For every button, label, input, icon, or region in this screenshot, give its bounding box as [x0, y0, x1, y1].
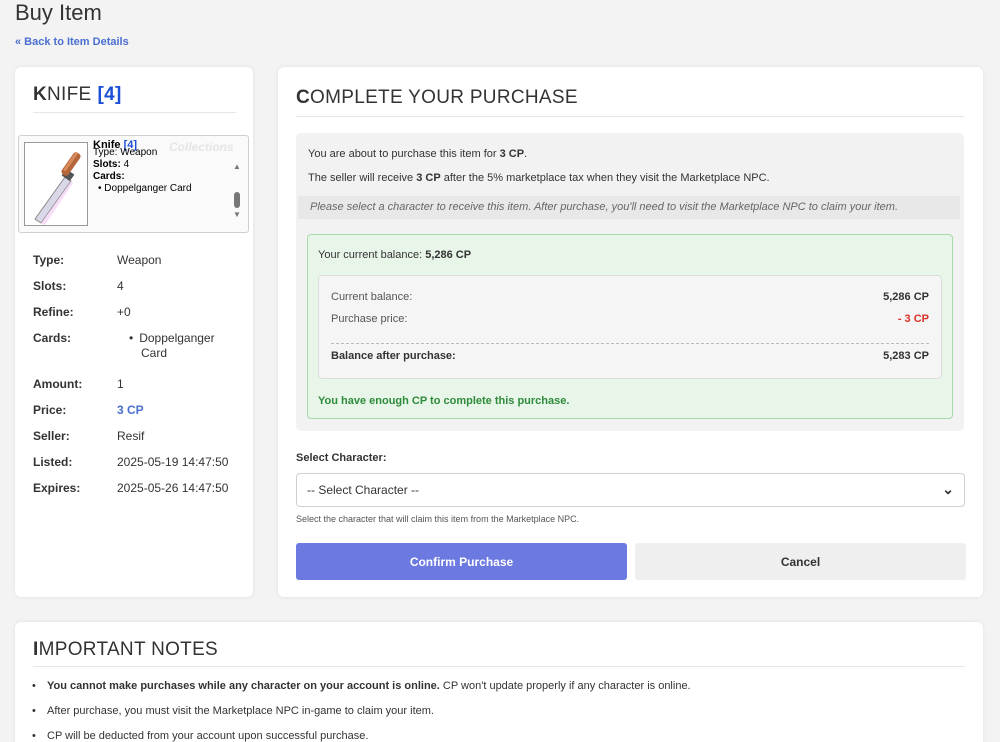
line1-prefix: You are about to purchase this item for — [308, 148, 500, 160]
purchase-price-line: You are about to purchase this item for … — [308, 148, 527, 160]
note1-bold: You cannot make purchases while any char… — [47, 680, 440, 692]
balance-breakdown: Current balance: 5,286 CP Purchase price… — [318, 275, 942, 379]
detail-label: Cards: — [33, 331, 72, 345]
purchase-price-value: - 3 CP — [897, 313, 929, 325]
preview-card-name: Doppelganger Card — [104, 183, 192, 194]
purchase-price-row: Purchase price: - 3 CP — [331, 313, 929, 325]
notes-heading-rest: MPORTANT NOTES — [38, 639, 219, 660]
detail-label: Price: — [33, 403, 67, 417]
detail-row-listed: Listed: 2025-05-19 14:47:50 — [33, 455, 243, 470]
purchase-price-label: Purchase price: — [331, 313, 408, 325]
select-character-value: -- Select Character -- — [307, 483, 420, 497]
detail-label: Slots: — [33, 279, 67, 293]
scroll-down-icon[interactable]: ▼ — [233, 210, 241, 219]
note-item: After purchase, you must visit the Marke… — [32, 704, 691, 718]
detail-value: 1 — [117, 377, 124, 391]
item-details: Type: Weapon Slots: 4 Refine: +0 Cards: … — [33, 253, 243, 507]
item-heading-slots: [4] — [97, 84, 122, 105]
detail-row-slots: Slots: 4 — [33, 279, 243, 294]
notes-heading: IMPORTANT NOTES — [33, 639, 965, 667]
balance-after-label: Balance after purchase: — [331, 350, 456, 362]
detail-label: Type: — [33, 253, 65, 267]
item-card: KNIFE [4] Collections Knife [4] Type: Wea… — [15, 67, 253, 597]
knife-icon — [34, 152, 81, 225]
detail-row-amount: Amount: 1 — [33, 377, 243, 392]
cards-list: Doppelganger Card — [117, 331, 243, 361]
preview-slots-line: Slots: 4 — [93, 159, 192, 171]
preview-info: Knife [4] Type: Weapon Slots: 4 Cards: •… — [93, 139, 192, 195]
current-balance-row: Current balance: 5,286 CP — [331, 291, 929, 303]
notes-list: You cannot make purchases while any char… — [32, 679, 691, 742]
detail-row-cards: Cards: Doppelganger Card — [33, 331, 243, 361]
preview-scrollbar[interactable]: ▲ ▼ — [233, 162, 241, 222]
line1-amount: 3 CP — [499, 148, 525, 160]
confirm-purchase-button[interactable]: Confirm Purchase — [296, 543, 627, 580]
scroll-thumb[interactable] — [234, 192, 240, 208]
select-character-dropdown[interactable]: -- Select Character -- ⌄ — [296, 473, 965, 507]
purchase-heading: COMPLETE YOUR PURCHASE — [296, 87, 964, 117]
balance-title-prefix: Your current balance: — [318, 249, 426, 261]
detail-value: Weapon — [117, 253, 162, 267]
detail-value: 4 — [117, 279, 124, 293]
detail-value: 2025-05-26 14:47:50 — [117, 481, 229, 495]
purchase-card: COMPLETE YOUR PURCHASE You are about to … — [278, 67, 983, 597]
detail-value: +0 — [117, 305, 131, 319]
purchase-summary: You are about to purchase this item for … — [296, 133, 964, 431]
balance-box: Your current balance: 5,286 CP Current b… — [307, 234, 953, 419]
detail-row-seller: Seller: Resif — [33, 429, 243, 444]
detail-row-price: Price: 3 CP — [33, 403, 243, 418]
select-character-help: Select the character that will claim thi… — [296, 514, 580, 524]
detail-row-expires: Expires: 2025-05-26 14:47:50 — [33, 481, 243, 496]
detail-label: Seller: — [33, 429, 70, 443]
preview-card-item: • Doppelganger Card — [98, 183, 192, 194]
detail-value: Resif — [117, 429, 145, 443]
detail-label: Expires: — [33, 481, 81, 495]
balance-after-value: 5,283 CP — [883, 350, 929, 362]
line2-amount: 3 CP — [416, 172, 441, 184]
important-notes-card: IMPORTANT NOTES You cannot make purchase… — [15, 622, 983, 742]
preview-cards-label: Cards: — [93, 171, 125, 182]
preview-type: Type: Weapon — [93, 147, 158, 158]
item-heading-first: K — [33, 84, 48, 105]
balance-after-row: Balance after purchase: 5,283 CP — [331, 350, 929, 362]
breakdown-divider — [331, 343, 929, 344]
scroll-up-icon[interactable]: ▲ — [233, 162, 241, 171]
detail-row-type: Type: Weapon — [33, 253, 243, 268]
enough-cp-message: You have enough CP to complete this purc… — [318, 395, 570, 407]
detail-row-refine: Refine: +0 — [33, 305, 243, 320]
detail-label: Listed: — [33, 455, 73, 469]
purchase-heading-rest: OMPLETE YOUR PURCHASE — [310, 87, 578, 108]
note-item: CP will be deducted from your account up… — [32, 729, 691, 742]
price-value: 3 CP — [117, 403, 144, 417]
current-balance-label: Current balance: — [331, 291, 413, 303]
select-character-notice: Please select a character to receive thi… — [298, 196, 960, 219]
back-to-item-details-link[interactable]: « Back to Item Details — [15, 36, 129, 48]
knife-image — [24, 142, 88, 226]
item-heading-rest: NIFE — [47, 84, 92, 105]
item-heading: KNIFE [4] — [33, 84, 236, 113]
detail-value: 2025-05-19 14:47:50 — [117, 455, 229, 469]
preview-slots-label: Slots: — [93, 159, 121, 170]
line2-suffix: after the 5% marketplace tax when they v… — [440, 172, 770, 184]
chevron-down-icon: ⌄ — [942, 481, 954, 497]
line1-suffix: . — [524, 148, 528, 160]
page-title: Buy Item — [15, 0, 102, 25]
detail-label: Amount: — [33, 377, 83, 391]
balance-title-value: 5,286 CP — [425, 249, 472, 261]
purchase-heading-first: C — [296, 87, 311, 108]
balance-title: Your current balance: 5,286 CP — [318, 249, 471, 261]
note-item: You cannot make purchases while any char… — [32, 679, 691, 693]
note1-rest: CP won't update properly if any characte… — [439, 680, 691, 692]
cancel-button[interactable]: Cancel — [635, 543, 966, 580]
item-preview-tooltip: Collections Knife [4] Type: Weapon Slots… — [18, 135, 249, 233]
line2-prefix: The seller will receive — [308, 172, 417, 184]
preview-slots-value: 4 — [123, 159, 130, 170]
seller-receive-line: The seller will receive 3 CP after the 5… — [308, 172, 770, 184]
detail-label: Refine: — [33, 305, 74, 319]
select-character-label: Select Character: — [296, 452, 387, 464]
current-balance-value: 5,286 CP — [883, 291, 929, 303]
card-item: Doppelganger Card — [127, 331, 243, 361]
